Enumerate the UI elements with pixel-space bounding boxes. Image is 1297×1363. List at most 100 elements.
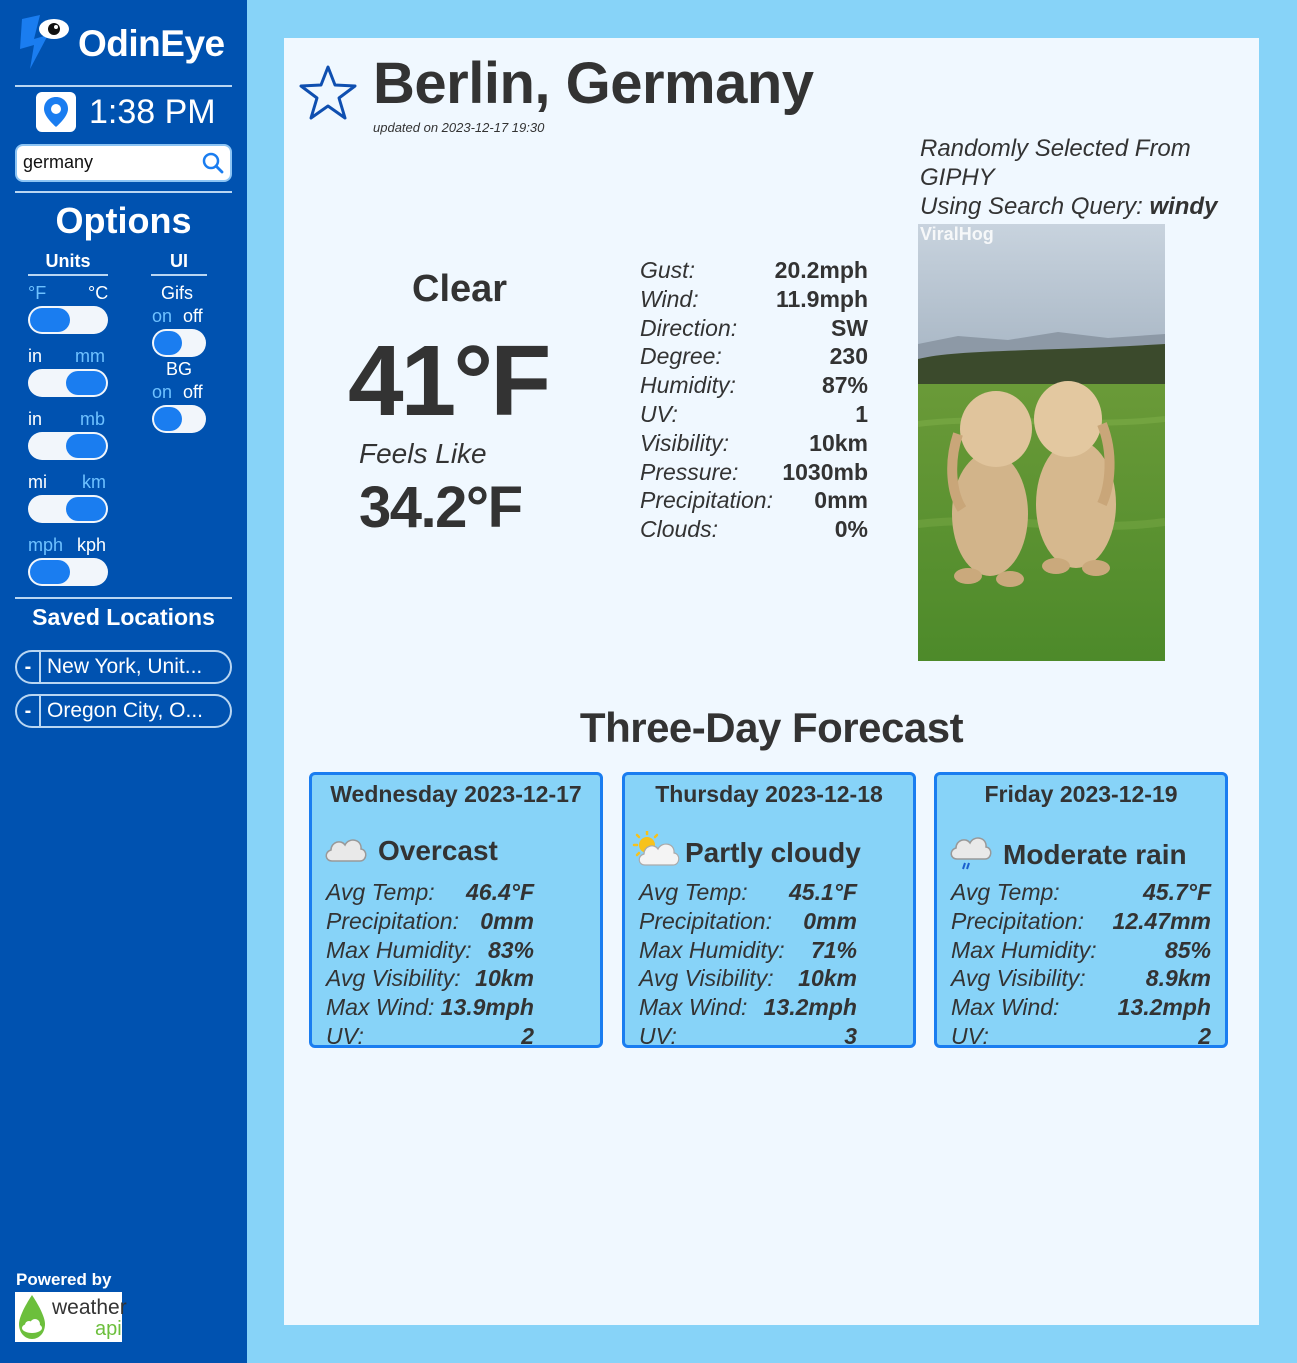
giphy-caption: Randomly Selected From GIPHY Using Searc… — [920, 134, 1240, 221]
stat-value: 12.47mm — [1112, 907, 1211, 934]
forecast-day: Friday — [984, 781, 1054, 807]
unit-f-label: °F — [28, 283, 47, 303]
forecast-condition: Partly cloudy — [631, 829, 861, 874]
forecast-date: Friday 2023-12-19 — [937, 781, 1225, 808]
stat-label: Max Wind: — [951, 994, 1060, 1021]
gifs-on-label: on — [152, 306, 173, 326]
forecast-condition: Overcast — [322, 831, 498, 870]
stat-row: Degree: 230 — [640, 343, 868, 372]
forecast-stat-row: Avg Temp: 45.7°F — [951, 879, 1211, 908]
condition-text: Clear — [412, 268, 508, 310]
bg-label: BG — [166, 359, 193, 379]
stat-value: 20.2mph — [774, 257, 868, 283]
logo-text: api — [95, 1318, 122, 1340]
forecast-stat-row: Avg Temp: 45.1°F — [639, 879, 857, 908]
pressure-unit-toggle[interactable] — [28, 432, 108, 460]
partly-cloudy-icon — [631, 829, 681, 874]
forecast-stat-row: Max Humidity: 71% — [639, 937, 857, 966]
forecast-condition-text: Moderate rain — [1003, 838, 1187, 870]
forecast-stat-row: Max Wind: 13.2mph — [639, 994, 857, 1023]
current-stats: Gust: 20.2mph Wind: 11.9mph Direction: SW D… — [640, 257, 868, 545]
distance-unit-toggle[interactable] — [28, 495, 108, 523]
stat-label: Avg Visibility: — [951, 965, 1086, 992]
saved-location-link[interactable]: New York, Unit... — [41, 655, 202, 679]
saved-locations-title: Saved Locations — [32, 604, 215, 630]
divider — [15, 191, 232, 193]
stat-label: Avg Temp: — [951, 879, 1060, 905]
stat-value: 0% — [834, 516, 868, 543]
saved-location-item: - New York, Unit... — [15, 650, 232, 684]
stat-value: 45.1°F — [788, 879, 857, 905]
ui-heading: UI — [151, 251, 207, 276]
stat-value: 11.9mph — [775, 285, 868, 312]
stat-row: Gust: 20.2mph — [640, 257, 868, 286]
stat-label: Degree: — [640, 343, 722, 370]
forecast-stat-row: UV: 2 — [326, 1023, 534, 1052]
stat-value: 0mm — [480, 907, 534, 934]
forecast-card: Thursday 2023-12-18 Partly cloudy Avg Te… — [622, 772, 916, 1049]
updated-timestamp: updated on 2023-12-17 19:30 — [373, 120, 545, 135]
stat-row: UV: 1 — [640, 401, 868, 430]
forecast-date-value: 2023-12-19 — [1059, 781, 1178, 807]
forecast-condition-text: Overcast — [378, 834, 498, 866]
app-logo[interactable]: OdinEye — [18, 14, 225, 74]
stat-value: 85% — [1164, 936, 1211, 963]
precip-unit-toggle[interactable] — [28, 369, 108, 397]
temp-unit-toggle[interactable] — [28, 306, 108, 334]
bg-off-label: off — [183, 382, 203, 402]
stat-value: 83% — [487, 936, 534, 963]
stat-label: Max Humidity: — [951, 936, 1097, 963]
stat-value: 0mm — [814, 487, 868, 514]
search-input[interactable] — [23, 152, 193, 173]
forecast-stat-row: UV: 3 — [639, 1023, 857, 1052]
location-title: Berlin, Germany — [373, 51, 814, 116]
current-condition: Clear — [366, 268, 507, 311]
stat-label: Precipitation: — [326, 907, 459, 934]
stat-value: 8.9km — [1145, 965, 1211, 992]
bg-toggle[interactable] — [152, 405, 206, 433]
saved-location-item: - Oregon City, O... — [15, 694, 232, 728]
stat-row: Pressure: 1030mb — [640, 459, 868, 488]
stat-label: Max Humidity: — [639, 936, 785, 963]
speed-unit-toggle[interactable] — [28, 558, 108, 586]
forecast-date: Thursday 2023-12-18 — [625, 781, 913, 808]
gifs-toggle[interactable] — [152, 329, 206, 357]
location-pin-icon[interactable] — [36, 92, 76, 132]
unit-mph-label: mph — [28, 535, 64, 555]
stat-label: Wind: — [640, 285, 699, 312]
saved-location-link[interactable]: Oregon City, O... — [41, 699, 203, 723]
forecast-stats: Avg Temp: 45.1°F Precipitation: 0mm Max Hu… — [639, 879, 857, 1052]
feels-like-value: 34.2°F — [359, 475, 523, 540]
stat-row: Wind: 11.9mph — [640, 286, 868, 315]
giphy-watermark: ViralHog — [920, 224, 994, 244]
stat-label: Max Wind: — [326, 994, 435, 1021]
stat-value: 45.7°F — [1142, 879, 1211, 905]
remove-location-button[interactable]: - — [17, 652, 41, 682]
stat-label: Precipitation: — [951, 907, 1084, 934]
stat-value: 13.2mph — [1117, 994, 1211, 1021]
stat-row: Humidity: 87% — [640, 372, 868, 401]
forecast-stat-row: Avg Visibility: 8.9km — [951, 965, 1211, 994]
stat-value: 1030mb — [782, 458, 868, 485]
stat-value: SW — [830, 314, 868, 341]
stat-label: Avg Temp: — [326, 879, 435, 905]
stat-value: 3 — [844, 1022, 857, 1049]
forecast-stat-row: Avg Visibility: 10km — [639, 965, 857, 994]
search-icon[interactable] — [202, 152, 224, 179]
star-icon[interactable] — [298, 64, 358, 127]
stat-value: 230 — [829, 343, 868, 370]
forecast-card: Wednesday 2023-12-17 Overcast Avg Temp: 4… — [309, 772, 603, 1049]
stat-label: Clouds: — [640, 516, 718, 543]
unit-mi-label: mi — [28, 472, 47, 492]
search-box — [15, 144, 232, 182]
forecast-day: Wednesday — [330, 781, 458, 807]
stat-row: Clouds: 0% — [640, 516, 868, 545]
eye-bolt-icon — [18, 13, 70, 76]
unit-mm-label: mm — [75, 346, 105, 366]
forecast-stat-row: Max Humidity: 83% — [326, 937, 534, 966]
stat-label: Max Humidity: — [326, 936, 472, 963]
logo-text: weather — [52, 1296, 127, 1319]
remove-location-button[interactable]: - — [17, 696, 41, 726]
weatherapi-logo[interactable]: weather api — [15, 1292, 127, 1342]
giphy-query-prefix: Using Search Query: — [920, 193, 1150, 220]
